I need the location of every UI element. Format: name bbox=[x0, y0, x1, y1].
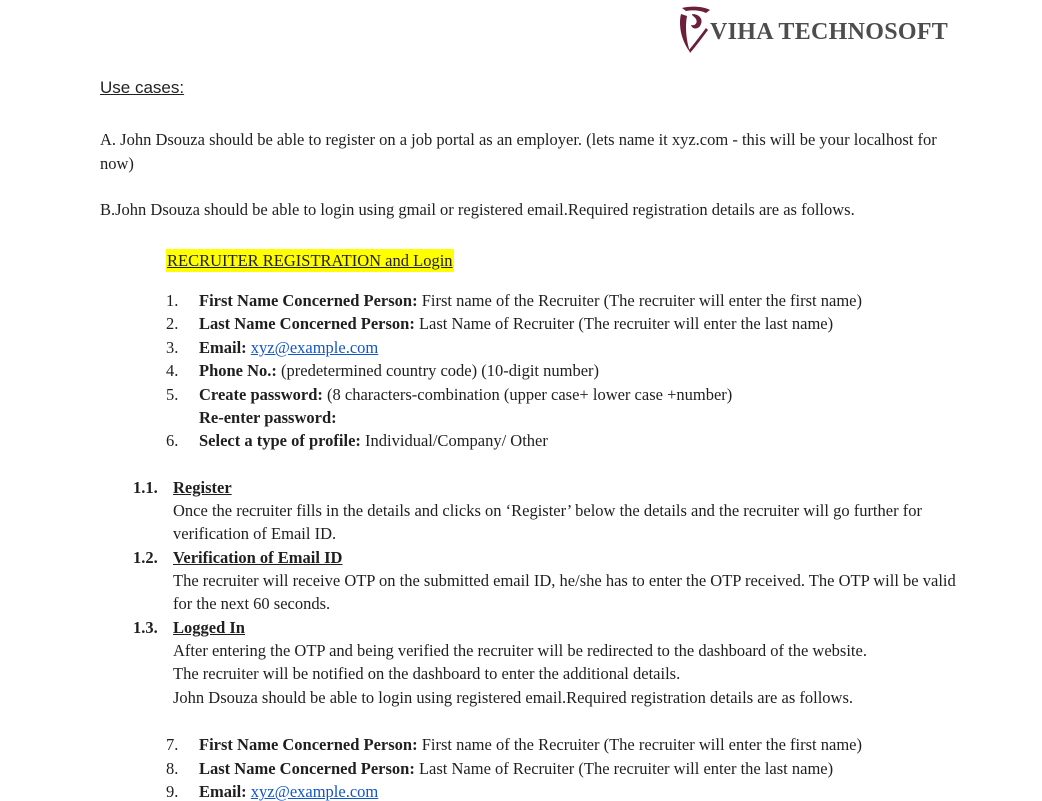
section-register-title: 1.1. Register bbox=[133, 476, 232, 499]
field-item: 5. Create password: (8 characters-combina… bbox=[166, 383, 732, 406]
field-item: 3. Email: xyz@example.com bbox=[166, 336, 378, 359]
item-number: 4. bbox=[166, 361, 179, 380]
field-item: 9. Email: xyz@example.com bbox=[166, 780, 378, 801]
item-number: 3. bbox=[166, 338, 179, 357]
section-title: Register bbox=[173, 478, 232, 497]
section-title-highlighted: RECRUITER REGISTRATION and Login bbox=[166, 249, 454, 272]
section-verification-title: 1.2. Verification of Email ID bbox=[133, 546, 342, 569]
field-label: Create password: bbox=[199, 385, 323, 404]
section-logged-in-body: After entering the OTP and being verifie… bbox=[173, 639, 963, 709]
viha-logo-mark-icon bbox=[680, 6, 710, 53]
field-description: Last Name of Recruiter (The recruiter wi… bbox=[414, 759, 834, 778]
field-label: First Name Concerned Person: bbox=[199, 735, 418, 754]
section-number: 1.1. bbox=[133, 478, 158, 497]
item-number: 9. bbox=[166, 782, 179, 801]
field-description: Individual/Company/ Other bbox=[360, 431, 548, 450]
field-item: 1. First Name Concerned Person: First nam… bbox=[166, 289, 862, 312]
field-description: (8 characters-combination (upper case+ l… bbox=[322, 385, 733, 404]
body-line: John Dsouza should be able to login usin… bbox=[173, 687, 854, 707]
item-number: 5. bbox=[166, 385, 179, 404]
email-link[interactable]: xyz@example.com bbox=[251, 782, 378, 801]
body-line: The recruiter will be notified on the da… bbox=[173, 664, 681, 684]
section-verification-body: The recruiter will receive OTP on the su… bbox=[173, 571, 956, 614]
field-label: Last Name Concerned Person: bbox=[199, 314, 415, 333]
section-number: 1.2. bbox=[133, 548, 158, 567]
field-item: 4. Phone No.: (predetermined country code… bbox=[166, 359, 599, 382]
field-label: First Name Concerned Person: bbox=[199, 291, 418, 310]
logo-text: VIHA TECHNOSOFT bbox=[710, 19, 949, 45]
section-title: Logged In bbox=[173, 618, 245, 637]
field-item: 2. Last Name Concerned Person: Last Name … bbox=[166, 312, 833, 335]
item-number: 1. bbox=[166, 291, 179, 310]
section-logged-in-title: 1.3. Logged In bbox=[133, 616, 245, 639]
reenter-password-label: Re-enter password: bbox=[199, 408, 337, 427]
field-description: Last Name of Recruiter (The recruiter wi… bbox=[414, 314, 834, 333]
field-label: Email: bbox=[199, 338, 247, 357]
field-description: First name of the Recruiter (The recruit… bbox=[417, 735, 862, 754]
field-description: (predetermined country code) (10-digit n… bbox=[276, 361, 600, 380]
section-register-body: Once the recruiter fills in the details … bbox=[173, 501, 922, 544]
document-page: VIHA TECHNOSOFT Use cases: A. John Dsouz… bbox=[0, 0, 1042, 801]
company-logo: VIHA TECHNOSOFT bbox=[676, 4, 966, 56]
use-case-b: B.John Dsouza should be able to login us… bbox=[100, 200, 855, 219]
item-number: 2. bbox=[166, 314, 179, 333]
body-line: After entering the OTP and being verifie… bbox=[173, 641, 867, 660]
field-label: Select a type of profile: bbox=[199, 431, 361, 450]
field-label: Last Name Concerned Person: bbox=[199, 759, 415, 778]
item-number: 6. bbox=[166, 431, 179, 450]
item-number: 7. bbox=[166, 735, 179, 754]
field-label: Phone No.: bbox=[199, 361, 277, 380]
field-item: 7. First Name Concerned Person: First nam… bbox=[166, 733, 862, 756]
use-case-a: A. John Dsouza should be able to registe… bbox=[100, 130, 937, 173]
email-link[interactable]: xyz@example.com bbox=[251, 338, 378, 357]
item-number: 8. bbox=[166, 759, 179, 778]
field-description: First name of the Recruiter (The recruit… bbox=[417, 291, 862, 310]
field-item: 6. Select a type of profile: Individual/C… bbox=[166, 429, 548, 452]
use-cases-heading: Use cases: bbox=[100, 78, 185, 97]
section-title: Verification of Email ID bbox=[173, 548, 343, 567]
field-label: Email: bbox=[199, 782, 247, 801]
section-number: 1.3. bbox=[133, 618, 158, 637]
field-item: 8. Last Name Concerned Person: Last Name … bbox=[166, 757, 833, 780]
